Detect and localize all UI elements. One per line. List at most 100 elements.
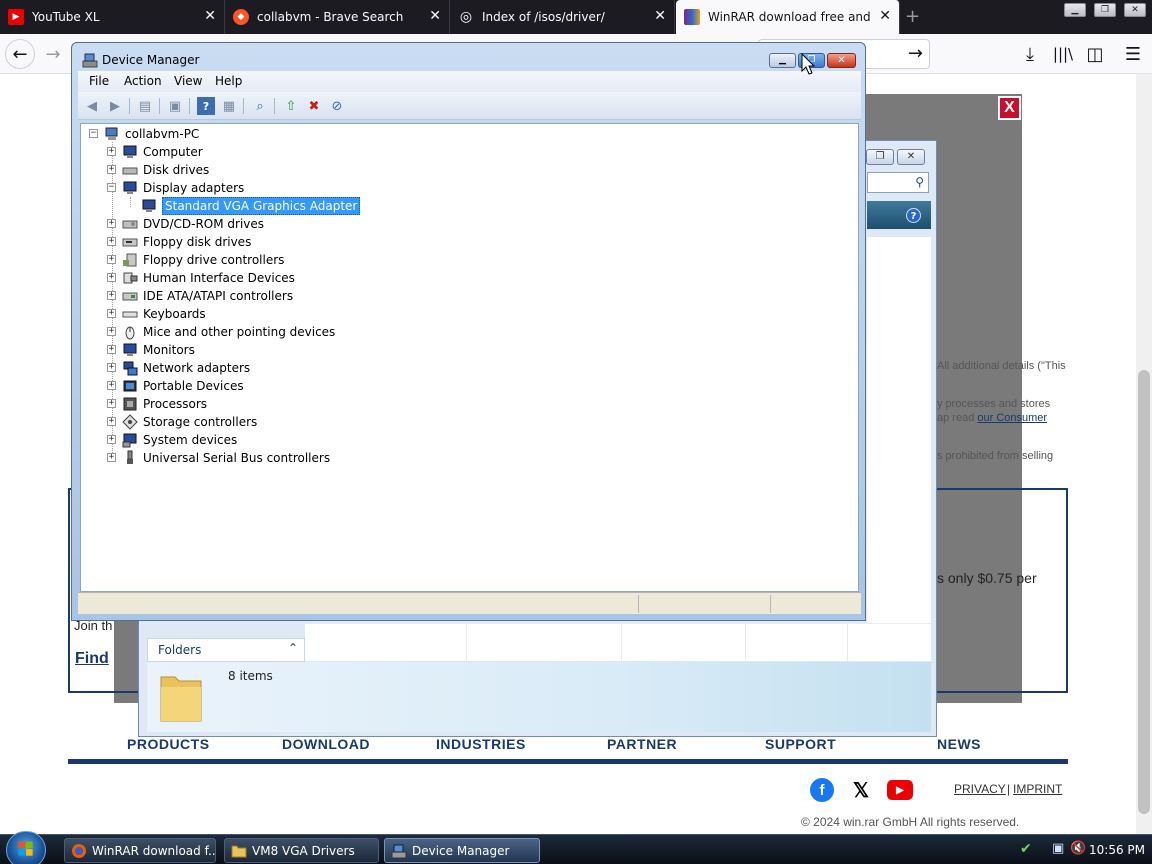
scan-hardware-icon[interactable]: ⌕ bbox=[251, 97, 269, 115]
expand-icon[interactable]: + bbox=[107, 363, 116, 372]
clock[interactable]: 10:56 PM bbox=[1089, 843, 1145, 857]
taskbar-item-winrar[interactable]: WinRAR download f... bbox=[64, 838, 216, 863]
start-button[interactable] bbox=[6, 831, 46, 864]
tree-node-floppy-disk[interactable]: + Floppy disk drives bbox=[107, 233, 251, 251]
back-arrow-icon[interactable]: ◀ bbox=[83, 97, 101, 115]
taskbar-item-device-manager[interactable]: Device Manager bbox=[384, 838, 540, 863]
tree-node-monitors[interactable]: + Monitors bbox=[107, 341, 195, 359]
collapse-icon[interactable]: − bbox=[89, 129, 98, 138]
search-icon[interactable]: ⚲ bbox=[915, 175, 924, 189]
tree-node-display-adapters[interactable]: − Display adapters bbox=[107, 179, 244, 197]
minimize-button[interactable]: ▁ bbox=[1064, 3, 1086, 17]
tree-root[interactable]: − collabvm-PC bbox=[89, 125, 199, 143]
volume-muted-icon[interactable]: 🔇 bbox=[1070, 841, 1086, 856]
imprint-link[interactable]: IMPRINT bbox=[1013, 782, 1062, 796]
expand-icon[interactable]: + bbox=[107, 165, 116, 174]
expand-icon[interactable]: + bbox=[107, 219, 116, 228]
tab-youtube-xl[interactable]: ▶ YouTube XL ✕ bbox=[0, 0, 225, 34]
close-icon[interactable]: ✕ bbox=[654, 9, 666, 23]
folders-pane-toggle[interactable]: Folders ⌃ bbox=[147, 638, 305, 662]
tree-node-network-adapters[interactable]: + Network adapters bbox=[107, 359, 250, 377]
back-button[interactable]: ← bbox=[5, 39, 35, 69]
update-driver-icon[interactable]: ⇧ bbox=[282, 97, 300, 115]
tree-node-standard-vga[interactable]: Standard VGA Graphics Adapter bbox=[141, 197, 361, 215]
menu-file[interactable]: File bbox=[89, 74, 109, 88]
tree-node-processors[interactable]: + Processors bbox=[107, 395, 207, 413]
help-icon[interactable]: ? bbox=[906, 208, 921, 223]
new-tab-icon[interactable]: + bbox=[905, 6, 920, 27]
expand-icon[interactable]: + bbox=[107, 291, 116, 300]
close-icon[interactable]: ✕ bbox=[204, 9, 216, 23]
downloads-button[interactable]: ⤓ bbox=[1015, 39, 1045, 69]
taskbar-item-vm8-vga-drivers[interactable]: VM8 VGA Drivers bbox=[224, 838, 379, 863]
tree-node-ide-controllers[interactable]: + IDE ATA/ATAPI controllers bbox=[107, 287, 293, 305]
footer-nav-download[interactable]: DOWNLOAD bbox=[282, 736, 370, 752]
expand-icon[interactable]: + bbox=[107, 435, 116, 444]
scrollbar-thumb[interactable] bbox=[1138, 370, 1150, 814]
sidebar-button[interactable]: ◫ bbox=[1080, 39, 1110, 69]
expand-icon[interactable]: + bbox=[107, 273, 116, 282]
expand-icon[interactable]: + bbox=[107, 255, 116, 264]
tree-node-computer[interactable]: + Computer bbox=[107, 143, 203, 161]
consumer-link[interactable]: our Consumer bbox=[977, 412, 1047, 424]
action-center-icon[interactable]: ✔ bbox=[1020, 841, 1032, 857]
footer-nav-news[interactable]: NEWS bbox=[937, 736, 981, 752]
show-hide-action-pane-icon[interactable]: ▦ bbox=[220, 97, 238, 115]
explorer-search-input[interactable]: ⚲ bbox=[867, 172, 929, 193]
disable-device-icon[interactable]: ⊘ bbox=[328, 97, 346, 115]
explorer-close-button[interactable]: ✕ bbox=[897, 149, 925, 165]
close-button[interactable]: ✕ bbox=[1124, 3, 1146, 17]
expand-icon[interactable]: + bbox=[107, 147, 116, 156]
expand-icon[interactable]: + bbox=[107, 417, 116, 426]
footer-nav-products[interactable]: PRODUCTS bbox=[127, 736, 210, 752]
collapse-icon[interactable]: − bbox=[107, 183, 116, 192]
go-arrow-icon[interactable]: → bbox=[908, 43, 923, 64]
page-scrollbar[interactable] bbox=[1136, 74, 1152, 834]
expand-icon[interactable]: + bbox=[107, 453, 116, 462]
menu-help[interactable]: Help bbox=[215, 74, 242, 88]
tab-brave-search[interactable]: ◆ collabvm - Brave Search ✕ bbox=[225, 0, 450, 34]
expand-icon[interactable]: + bbox=[107, 399, 116, 408]
device-tree[interactable]: − collabvm-PC + Computer + Disk drives − bbox=[80, 123, 859, 592]
tree-node-usb-controllers[interactable]: + Universal Serial Bus controllers bbox=[107, 449, 330, 467]
show-hide-console-tree-icon[interactable]: ▤ bbox=[136, 97, 154, 115]
footer-nav-industries[interactable]: INDUSTRIES bbox=[436, 736, 526, 752]
expand-icon[interactable]: + bbox=[107, 381, 116, 390]
library-button[interactable]: |||\ bbox=[1048, 39, 1078, 69]
explorer-maximize-button[interactable]: ❐ bbox=[866, 149, 894, 165]
close-icon[interactable]: ✕ bbox=[429, 9, 441, 23]
tab-winrar[interactable]: WinRAR download free and sup ✕ bbox=[676, 0, 900, 34]
menu-button[interactable]: ☰ bbox=[1118, 39, 1148, 69]
tree-node-portable-devices[interactable]: + Portable Devices bbox=[107, 377, 244, 395]
restore-button[interactable]: ❐ bbox=[1094, 3, 1116, 17]
close-icon[interactable]: ✕ bbox=[879, 9, 891, 23]
find-link[interactable]: Find bbox=[75, 650, 109, 668]
tree-node-floppy-controllers[interactable]: + Floppy drive controllers bbox=[107, 251, 284, 269]
minimize-button[interactable]: ▁ bbox=[769, 53, 796, 68]
expand-icon[interactable]: + bbox=[107, 237, 116, 246]
forward-button[interactable]: → bbox=[38, 39, 68, 69]
tree-node-keyboards[interactable]: + Keyboards bbox=[107, 305, 206, 323]
tree-node-storage-controllers[interactable]: + Storage controllers bbox=[107, 413, 257, 431]
tree-node-system-devices[interactable]: + System devices bbox=[107, 431, 237, 449]
forward-arrow-icon[interactable]: ▶ bbox=[106, 97, 124, 115]
expand-icon[interactable]: + bbox=[107, 327, 116, 336]
uninstall-icon[interactable]: ✖ bbox=[305, 97, 323, 115]
menu-action[interactable]: Action bbox=[124, 74, 162, 88]
footer-nav-partner[interactable]: PARTNER bbox=[607, 736, 677, 752]
chevron-up-icon[interactable]: ⌃ bbox=[288, 641, 298, 655]
expand-icon[interactable]: + bbox=[107, 309, 116, 318]
tree-node-disk-drives[interactable]: + Disk drives bbox=[107, 161, 209, 179]
tree-node-mice[interactable]: + Mice and other pointing devices bbox=[107, 323, 335, 341]
tab-index-isos[interactable]: ◎ Index of /isos/driver/ ✕ bbox=[450, 0, 675, 34]
close-button[interactable]: ✕ bbox=[827, 53, 856, 68]
overlay-close-button[interactable]: X bbox=[998, 96, 1021, 120]
x-icon[interactable]: 𝕏 bbox=[849, 778, 873, 802]
help-icon[interactable]: ? bbox=[197, 97, 215, 115]
privacy-link[interactable]: PRIVACY bbox=[954, 782, 1006, 796]
network-icon[interactable]: ▣ bbox=[1052, 841, 1064, 856]
tree-node-hid[interactable]: + Human Interface Devices bbox=[107, 269, 295, 287]
explorer-file-list[interactable] bbox=[867, 237, 931, 661]
menu-view[interactable]: View bbox=[174, 74, 202, 88]
facebook-icon[interactable]: f bbox=[810, 778, 834, 802]
